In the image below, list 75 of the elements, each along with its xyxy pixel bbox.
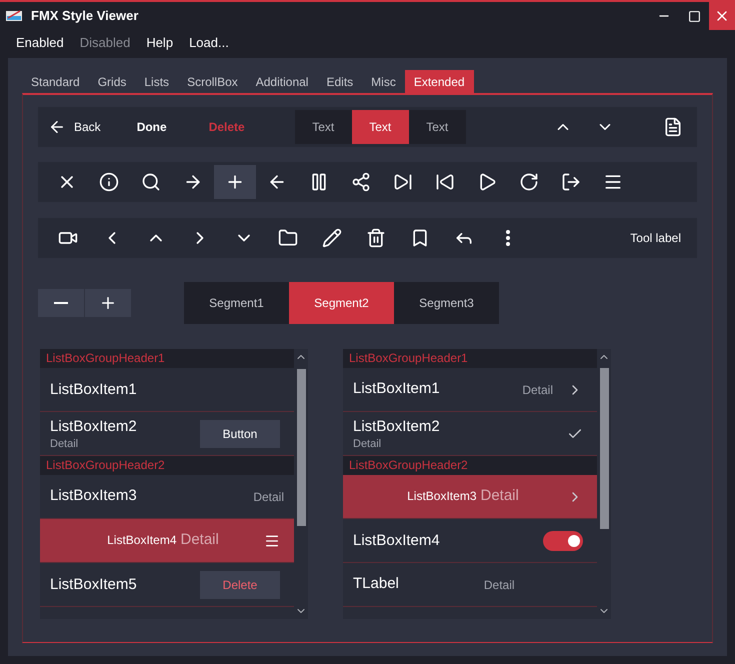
group-header: ListBoxGroupHeader2 xyxy=(343,456,597,475)
back-button[interactable]: Back xyxy=(48,118,101,136)
more-icon xyxy=(506,230,510,246)
item-label: ListBoxItem2 xyxy=(353,416,441,436)
menu-item[interactable]: Enabled xyxy=(8,33,72,53)
tab[interactable]: Grids xyxy=(88,70,136,93)
item-detail: Detail xyxy=(50,436,80,450)
group-header: ListBoxGroupHeader1 xyxy=(40,349,294,368)
tab[interactable]: Additional xyxy=(246,70,318,93)
maximize-icon xyxy=(688,10,700,22)
list-item[interactable]: ListBoxItem5 Delete xyxy=(40,563,294,607)
segment-button[interactable]: Text xyxy=(352,110,409,144)
list-item[interactable]: ListBoxItem1 xyxy=(40,368,294,412)
menu-item[interactable]: Help xyxy=(138,33,182,53)
back-label: Back xyxy=(74,119,101,136)
toggle-switch[interactable] xyxy=(543,530,583,550)
item-label: TLabel xyxy=(353,574,399,594)
list-button[interactable]: Button xyxy=(200,420,280,448)
share-icon xyxy=(351,172,371,192)
list-item[interactable]: ListBoxItem4 Detail xyxy=(40,519,294,563)
item-detail: Detail xyxy=(353,436,382,450)
item-detail: Detail xyxy=(480,486,519,506)
skip-back-icon xyxy=(435,172,455,192)
tab[interactable]: ScrollBox xyxy=(178,70,247,93)
window-title: FMX Style Viewer xyxy=(31,7,138,26)
list-item[interactable]: ListBoxItem4 xyxy=(343,519,597,563)
exit-icon xyxy=(561,172,581,192)
segment-button[interactable]: Text xyxy=(408,110,466,144)
item-detail: Detail xyxy=(253,488,284,506)
list-item[interactable]: ListBoxItem3 Detail xyxy=(343,475,597,519)
group-header: ListBoxGroupHeader2 xyxy=(40,456,294,475)
app-logo-icon xyxy=(6,10,22,22)
item-label: ListBoxItem1 xyxy=(353,379,440,400)
minus-icon xyxy=(54,302,68,304)
segment-button[interactable]: Segment2 xyxy=(289,282,394,324)
list-item[interactable]: TLabel Detail xyxy=(343,563,597,607)
pencil-icon xyxy=(322,228,342,248)
plus-button[interactable] xyxy=(85,289,131,317)
item-label: ListBoxItem5 xyxy=(50,576,137,592)
item-detail: Detail xyxy=(484,576,515,594)
item-label: ListBoxItem1 xyxy=(50,380,137,398)
tab[interactable]: Standard xyxy=(22,70,89,93)
segment-button[interactable]: Segment1 xyxy=(184,282,289,324)
item-label: ListBoxItem4 xyxy=(353,532,440,548)
tab[interactable]: Extended xyxy=(404,70,474,93)
trash-icon xyxy=(366,228,386,248)
tab[interactable]: Lists xyxy=(135,70,178,93)
menu-icon[interactable] xyxy=(264,532,280,548)
tool-label: Tool label xyxy=(630,230,681,247)
tab[interactable]: Edits xyxy=(317,70,362,93)
scroll-thumb[interactable] xyxy=(297,369,306,526)
item-detail: Detail xyxy=(522,382,553,398)
item-label: ListBoxItem3 xyxy=(407,488,476,506)
segment-button[interactable]: Segment3 xyxy=(394,282,499,324)
menu-item[interactable]: Load... xyxy=(181,33,237,53)
item-label: ListBoxItem2 xyxy=(50,416,138,436)
done-button[interactable]: Done xyxy=(136,118,167,136)
search-icon xyxy=(141,172,161,192)
segment-button[interactable]: Text xyxy=(294,110,352,144)
tab[interactable]: Misc xyxy=(362,70,405,93)
skip-forward-icon xyxy=(393,172,413,192)
info-icon xyxy=(99,172,119,192)
item-detail: Detail xyxy=(180,530,219,550)
item-label: ListBoxItem3 xyxy=(50,486,137,506)
minus-button[interactable] xyxy=(38,289,84,317)
list-item[interactable]: ListBoxItem1 Detail xyxy=(343,368,597,412)
group-header: ListBoxGroupHeader1 xyxy=(343,349,597,368)
scroll-thumb[interactable] xyxy=(600,368,609,529)
refresh-icon xyxy=(519,172,539,192)
plus-button[interactable] xyxy=(214,165,256,199)
list-item[interactable]: ListBoxItem2 Detail Button xyxy=(40,412,294,456)
document-icon[interactable] xyxy=(662,117,683,137)
folder-icon xyxy=(278,228,298,248)
plus-icon xyxy=(99,294,117,312)
item-label: ListBoxItem4 xyxy=(107,532,176,550)
